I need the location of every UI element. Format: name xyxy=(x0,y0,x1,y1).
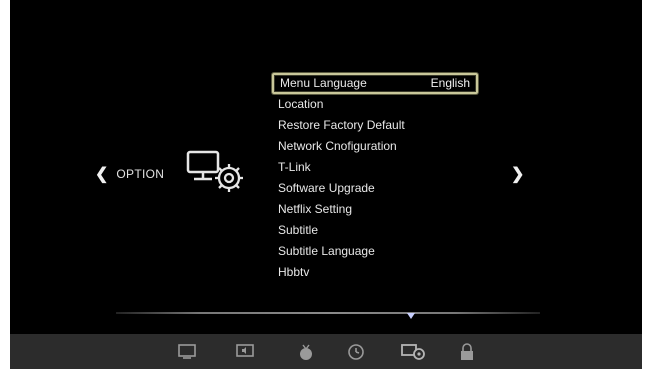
tab-option[interactable] xyxy=(399,342,427,362)
menu-item-label: Network Cnofiguration xyxy=(278,139,397,153)
menu-item-label: Location xyxy=(278,97,324,111)
option-icon xyxy=(401,344,425,360)
menu-item-subtitle-language[interactable]: Subtitle Language xyxy=(272,241,478,262)
scroll-down-indicator-icon xyxy=(407,313,415,319)
tv-settings-screen: ❮ OPTION ❯ Menu Language English Locatio… xyxy=(0,0,646,369)
sound-icon xyxy=(236,344,254,357)
menu-item-netflix-setting[interactable]: Netflix Setting xyxy=(272,199,478,220)
clock-icon xyxy=(348,344,364,360)
monitor-gear-icon xyxy=(186,150,243,192)
menu-item-software-upgrade[interactable]: Software Upgrade xyxy=(272,178,478,199)
menu-item-label: Restore Factory Default xyxy=(278,118,405,132)
settings-menu: Menu Language English Location Restore F… xyxy=(272,73,478,283)
category-nav: ❮ OPTION xyxy=(95,164,164,184)
lock-icon xyxy=(461,343,473,360)
menu-item-restore-factory-default[interactable]: Restore Factory Default xyxy=(272,115,478,136)
menu-item-label: Hbbtv xyxy=(278,265,310,279)
menu-item-menu-language[interactable]: Menu Language English xyxy=(272,73,478,94)
frame-edge-right xyxy=(642,0,646,369)
category-label: OPTION xyxy=(116,167,165,181)
tab-channel[interactable] xyxy=(295,342,317,362)
menu-item-label: Subtitle Language xyxy=(278,244,375,258)
chevron-left-icon[interactable]: ❮ xyxy=(95,164,108,184)
menu-item-subtitle[interactable]: Subtitle xyxy=(272,220,478,241)
menu-item-label: Netflix Setting xyxy=(278,202,353,216)
tab-time[interactable] xyxy=(345,342,367,362)
channel-icon xyxy=(300,344,312,360)
tab-picture[interactable] xyxy=(176,342,198,362)
menu-item-label: T-Link xyxy=(278,160,311,174)
tab-sound[interactable] xyxy=(234,342,256,362)
scroll-track xyxy=(116,312,540,314)
category-tab-bar xyxy=(10,334,642,369)
menu-item-network-configuration[interactable]: Network Cnofiguration xyxy=(272,136,478,157)
menu-item-label: Software Upgrade xyxy=(278,181,375,195)
picture-icon xyxy=(178,344,196,359)
menu-item-location[interactable]: Location xyxy=(272,94,478,115)
frame-edge-left xyxy=(0,0,10,369)
menu-item-hbbtv[interactable]: Hbbtv xyxy=(272,262,478,283)
menu-item-t-link[interactable]: T-Link xyxy=(272,157,478,178)
menu-item-label: Menu Language xyxy=(280,76,367,90)
chevron-right-icon[interactable]: ❯ xyxy=(511,164,524,184)
menu-item-label: Subtitle xyxy=(278,223,319,237)
tab-lock[interactable] xyxy=(456,342,478,362)
menu-item-value: English xyxy=(430,76,470,90)
